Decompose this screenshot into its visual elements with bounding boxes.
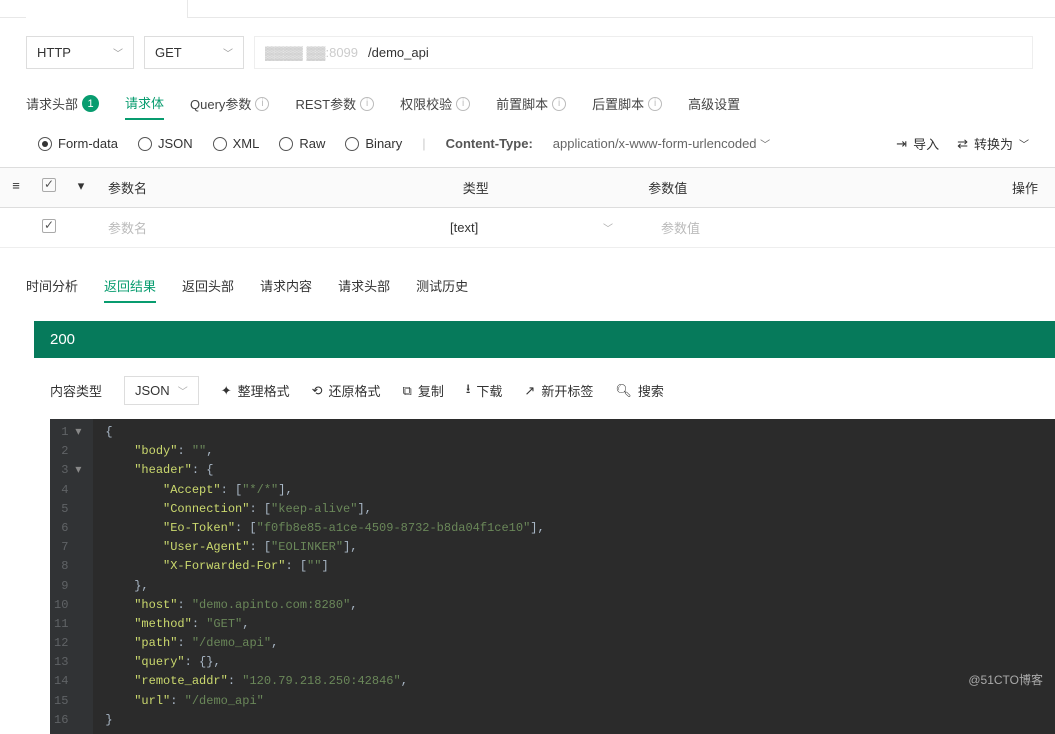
result-tabs: 时间分析 返回结果 返回头部 请求内容 请求头部 测试历史 <box>0 248 1055 303</box>
tab-history[interactable]: 测试历史 <box>416 270 468 303</box>
info-icon: i <box>255 97 269 111</box>
tab-postscript[interactable]: 后置脚本i <box>592 88 662 119</box>
param-value-input[interactable]: 参数值 <box>653 208 995 247</box>
content-type-label: 内容类型 <box>50 381 102 400</box>
download-icon: ⭳ <box>466 380 471 402</box>
radio-icon <box>345 137 359 151</box>
row-check[interactable] <box>32 209 66 246</box>
chevron-down-icon: ﹀ <box>113 45 123 60</box>
radio-icon <box>38 137 52 151</box>
col-type: 类型 <box>455 168 640 207</box>
info-icon: i <box>552 97 566 111</box>
tab-body[interactable]: 请求体 <box>125 87 164 120</box>
chevron-down-icon: ﹀ <box>760 140 770 151</box>
chevron-down-icon: ﹀ <box>603 220 613 235</box>
tab-resp-headers[interactable]: 返回头部 <box>182 270 234 303</box>
restore-button[interactable]: ⟲还原格式 <box>312 381 381 400</box>
param-type-select[interactable]: [text]﹀ <box>442 210 653 245</box>
copy-icon: ⧉ <box>403 383 412 399</box>
tab-timing[interactable]: 时间分析 <box>26 270 78 303</box>
protocol-value: HTTP <box>37 45 71 60</box>
check-all[interactable] <box>32 168 66 207</box>
method-select[interactable]: GET ﹀ <box>144 36 244 69</box>
info-icon: i <box>648 97 662 111</box>
divider: | <box>422 136 425 151</box>
line-gutter: 1▾2 3▾4 5 6 7 8 9 10 11 12 13 14 15 16 <box>50 419 93 734</box>
search-icon: 🔍︎ <box>615 383 632 399</box>
tab-rest[interactable]: REST参数i <box>295 88 374 119</box>
chevron-down-icon: ﹀ <box>223 45 233 60</box>
drag-handle-col: ≡ <box>0 168 32 207</box>
format-button[interactable]: ✦整理格式 <box>221 381 290 400</box>
tab-advanced[interactable]: 高级设置 <box>688 88 740 119</box>
more-col[interactable]: ▾ <box>66 168 96 207</box>
content-type-value[interactable]: application/x-www-form-urlencoded ﹀ <box>553 136 770 151</box>
radio-icon <box>138 137 152 151</box>
request-line: HTTP ﹀ GET ﹀ ▓▓▓▓ ▓▓:8099/demo_api <box>0 18 1055 87</box>
tab-headers[interactable]: 请求头部 1 <box>26 88 99 119</box>
method-value: GET <box>155 45 182 60</box>
param-name-input[interactable]: 参数名 <box>96 208 442 247</box>
protocol-select[interactable]: HTTP ﹀ <box>26 36 134 69</box>
radio-json[interactable]: JSON <box>138 136 193 151</box>
content-type-select[interactable]: JSON﹀ <box>124 376 199 405</box>
tab-req-body[interactable]: 请求内容 <box>260 270 312 303</box>
col-value: 参数值 <box>640 168 995 207</box>
content-type-label: Content-Type: <box>446 136 533 151</box>
download-button[interactable]: ⭳下载 <box>466 380 503 402</box>
copy-button[interactable]: ⧉复制 <box>403 381 444 400</box>
col-name: 参数名 <box>96 168 455 207</box>
radio-icon <box>213 137 227 151</box>
import-button[interactable]: ⇥导入 <box>896 134 939 153</box>
restore-icon: ⟲ <box>312 383 323 399</box>
request-tabs: 请求头部 1 请求体 Query参数i REST参数i 权限校验i 前置脚本i … <box>0 87 1055 120</box>
radio-formdata[interactable]: Form-data <box>38 136 118 151</box>
body-type-row: Form-data JSON XML Raw Binary | Content-… <box>0 120 1055 167</box>
import-icon: ⇥ <box>896 136 907 152</box>
export-button[interactable]: ⇄转换为 ﹀ <box>957 134 1029 153</box>
url-path: /demo_api <box>368 45 429 60</box>
external-icon: ↗ <box>524 383 535 399</box>
response-body: 1▾2 3▾4 5 6 7 8 9 10 11 12 13 14 15 16 {… <box>50 419 1055 734</box>
tab-result[interactable]: 返回结果 <box>104 270 156 303</box>
radio-binary[interactable]: Binary <box>345 136 402 151</box>
radio-raw[interactable]: Raw <box>279 136 325 151</box>
wand-icon: ✦ <box>221 383 232 399</box>
radio-icon <box>279 137 293 151</box>
url-input[interactable]: ▓▓▓▓ ▓▓:8099/demo_api <box>254 36 1033 69</box>
tab-auth[interactable]: 权限校验i <box>400 88 470 119</box>
headers-count-badge: 1 <box>82 95 99 112</box>
info-icon: i <box>456 97 470 111</box>
info-icon: i <box>360 97 374 111</box>
radio-xml[interactable]: XML <box>213 136 260 151</box>
tab-req-headers[interactable]: 请求头部 <box>338 270 390 303</box>
editor-tab[interactable] <box>26 0 188 17</box>
json-code[interactable]: { "body": "", "header": { "Accept": ["*/… <box>93 419 556 734</box>
chevron-down-icon: ﹀ <box>178 383 188 398</box>
search-button[interactable]: 🔍︎搜索 <box>615 381 664 400</box>
newtab-button[interactable]: ↗新开标签 <box>524 381 593 400</box>
convert-icon: ⇄ <box>957 136 968 152</box>
tab-query[interactable]: Query参数i <box>190 88 269 119</box>
col-op: 操作 <box>995 168 1055 207</box>
url-host: ▓▓▓▓ ▓▓:8099 <box>265 45 358 60</box>
status-code-bar: 200 <box>34 321 1055 358</box>
watermark: @51CTO博客 <box>968 671 1043 688</box>
tab-prescript[interactable]: 前置脚本i <box>496 88 566 119</box>
params-table-head: ≡ ▾ 参数名 类型 参数值 操作 <box>0 167 1055 208</box>
response-toolbar: 内容类型 JSON﹀ ✦整理格式 ⟲还原格式 ⧉复制 ⭳下载 ↗新开标签 🔍︎搜… <box>0 358 1055 419</box>
chevron-down-icon: ﹀ <box>1019 136 1029 151</box>
params-table-row: 参数名 [text]﹀ 参数值 <box>0 208 1055 248</box>
